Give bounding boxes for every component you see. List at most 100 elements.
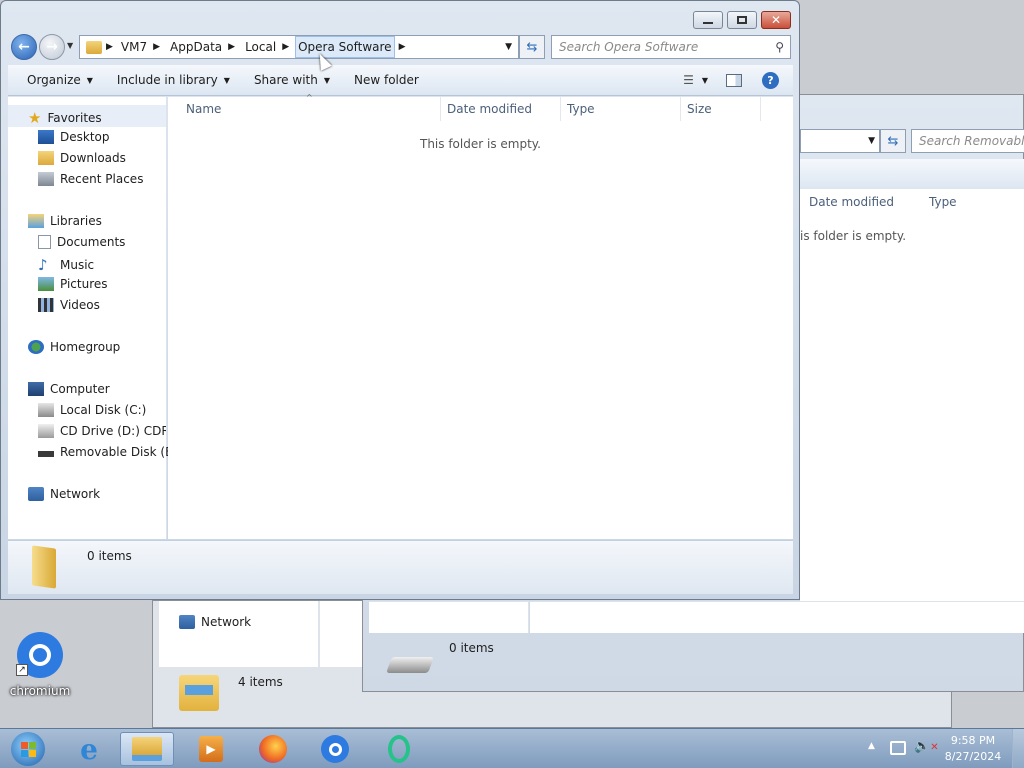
new-folder-button[interactable]: New folder [347, 73, 426, 87]
nav-network[interactable]: Network [28, 487, 100, 501]
chevron-down-icon: ▼ [701, 75, 708, 85]
star-icon: ★ [28, 109, 42, 127]
nav-cd-drive[interactable]: CD Drive (D:) CDROM [38, 424, 166, 438]
bg-address-dropdown[interactable]: ▼ [800, 129, 880, 153]
clock[interactable]: 9:58 PM 8/27/2024 [940, 733, 1006, 765]
navigation-pane[interactable]: ★ Favorites Desktop Downloads Recent Plac… [8, 97, 181, 539]
taskbar-firefox[interactable] [246, 732, 300, 766]
volume-muted-icon[interactable]: 🔈✕ [914, 739, 939, 754]
breadcrumb-vm7[interactable]: VM7 ▶ [119, 36, 162, 58]
windows-logo-icon [11, 732, 45, 766]
nav-documents[interactable]: Documents [38, 235, 125, 249]
chevron-right-icon: ▶ [228, 42, 236, 52]
network-icon [28, 487, 44, 501]
taskbar-media-player[interactable]: ▶ [184, 732, 238, 766]
breadcrumb-local[interactable]: Local ▶ [243, 36, 291, 58]
share-with-menu[interactable]: Share with ▼ [247, 73, 337, 87]
chevron-down-icon: ▼ [86, 75, 93, 85]
nav-music[interactable]: ♪ Music [38, 256, 94, 274]
bg-nav-network[interactable]: Network [179, 615, 251, 629]
close-button[interactable]: ✕ [761, 11, 791, 29]
taskbar-internet-explorer[interactable]: e [62, 732, 116, 766]
column-header-date-modified[interactable]: Date modified [447, 102, 532, 116]
show-desktop-button[interactable] [1012, 729, 1024, 768]
view-options-button[interactable]: ☰ ▼ [683, 73, 708, 87]
shortcut-arrow-icon: ↗ [16, 664, 28, 676]
chromium-icon [321, 735, 349, 763]
bg-search-input[interactable]: Search Removable D [911, 129, 1024, 153]
recent-pages-dropdown[interactable]: ▼ [67, 41, 73, 50]
refresh-button[interactable]: ⇆ [519, 35, 545, 59]
nav-removable-disk[interactable]: Removable Disk (E:) [38, 445, 181, 459]
removable-drive-icon [386, 657, 434, 673]
network-icon [179, 615, 195, 629]
desktop-icon-chromium[interactable]: ↗ chromium [6, 628, 74, 698]
explorer-window[interactable]: ✕ ← → ▼ ▶ VM7 ▶ AppData ▶ Local ▶ Opera Sof… [0, 0, 800, 600]
bg-right-status: 0 items [449, 641, 494, 655]
column-header-size[interactable]: Size [687, 102, 712, 116]
nav-videos[interactable]: Videos [38, 298, 100, 312]
start-button[interactable] [0, 732, 56, 766]
nav-favorites[interactable]: ★ Favorites [28, 109, 102, 127]
refresh-icon: ⇆ [887, 133, 899, 149]
help-icon: ? [767, 73, 774, 87]
internet-explorer-icon: e [80, 732, 98, 766]
taskbar-windows-explorer[interactable] [120, 732, 174, 766]
nav-local-disk[interactable]: Local Disk (C:) [38, 403, 146, 417]
bg-col-type[interactable]: Type [929, 195, 957, 209]
recent-places-icon [38, 172, 54, 186]
documents-icon [38, 235, 51, 249]
nav-libraries[interactable]: Libraries [28, 214, 102, 228]
minimize-button[interactable] [693, 11, 723, 29]
item-count: 0 items [87, 549, 132, 563]
breadcrumb-children-button[interactable]: ▶ [395, 36, 408, 58]
organize-menu[interactable]: Organize ▼ [20, 73, 100, 87]
maximize-icon [737, 16, 747, 24]
folder-library-icon [177, 671, 223, 715]
search-icon: ⚲ [775, 40, 784, 54]
breadcrumb-opera-software[interactable]: Opera Software [295, 36, 395, 58]
breadcrumb-appdata[interactable]: AppData ▶ [168, 36, 237, 58]
chevron-down-icon: ▼ [323, 75, 330, 85]
chevron-right-icon: ▶ [398, 42, 406, 52]
bg-col-date[interactable]: Date modified [809, 195, 894, 209]
bg-empty-text: is folder is empty. [800, 229, 907, 243]
nav-homegroup[interactable]: Homegroup [28, 340, 120, 354]
view-list-icon: ☰ [683, 73, 694, 87]
taskbar-chromium[interactable] [308, 732, 362, 766]
nav-recent-places[interactable]: Recent Places [38, 172, 143, 186]
nav-desktop[interactable]: Desktop [38, 130, 110, 144]
music-icon: ♪ [38, 256, 48, 274]
minimize-icon [703, 22, 713, 24]
clock-time: 9:58 PM [950, 734, 996, 747]
libraries-icon [28, 214, 44, 228]
nav-pictures[interactable]: Pictures [38, 277, 108, 291]
column-header-name[interactable]: Name [186, 102, 221, 116]
address-bar[interactable]: ▶ VM7 ▶ AppData ▶ Local ▶ Opera Software ▶ … [79, 35, 519, 59]
firefox-icon [259, 735, 287, 763]
command-bar: Organize ▼ Include in library ▼ Share with… [8, 65, 793, 96]
nav-computer[interactable]: Computer [28, 382, 110, 396]
network-tray-icon[interactable] [890, 741, 906, 755]
maximize-button[interactable] [727, 11, 757, 29]
back-button[interactable]: ← [11, 34, 37, 60]
desktop-icon [38, 130, 54, 144]
pictures-icon [38, 277, 54, 291]
help-button[interactable]: ? [762, 71, 779, 89]
show-hidden-icons-button[interactable]: ▲ [868, 741, 875, 751]
bg-refresh-button[interactable]: ⇆ [880, 129, 906, 153]
taskbar-opera-gx[interactable] [372, 732, 426, 766]
cd-drive-icon [38, 424, 54, 438]
search-input[interactable]: Search Opera Software ⚲ [551, 35, 791, 59]
folder-icon [86, 40, 102, 54]
forward-button[interactable]: → [39, 34, 65, 60]
breadcrumb-separator-icon[interactable]: ▶ [106, 42, 113, 52]
desktop-icon-label: chromium [9, 684, 71, 698]
include-in-library-menu[interactable]: Include in library ▼ [110, 73, 237, 87]
clock-date: 8/27/2024 [944, 750, 1002, 763]
file-list[interactable]: ^ Name Date modified Type Size This fold… [168, 93, 793, 539]
address-history-dropdown[interactable]: ▼ [505, 42, 512, 52]
preview-pane-button[interactable] [726, 73, 742, 87]
column-header-type[interactable]: Type [567, 102, 595, 116]
nav-downloads[interactable]: Downloads [38, 151, 126, 165]
